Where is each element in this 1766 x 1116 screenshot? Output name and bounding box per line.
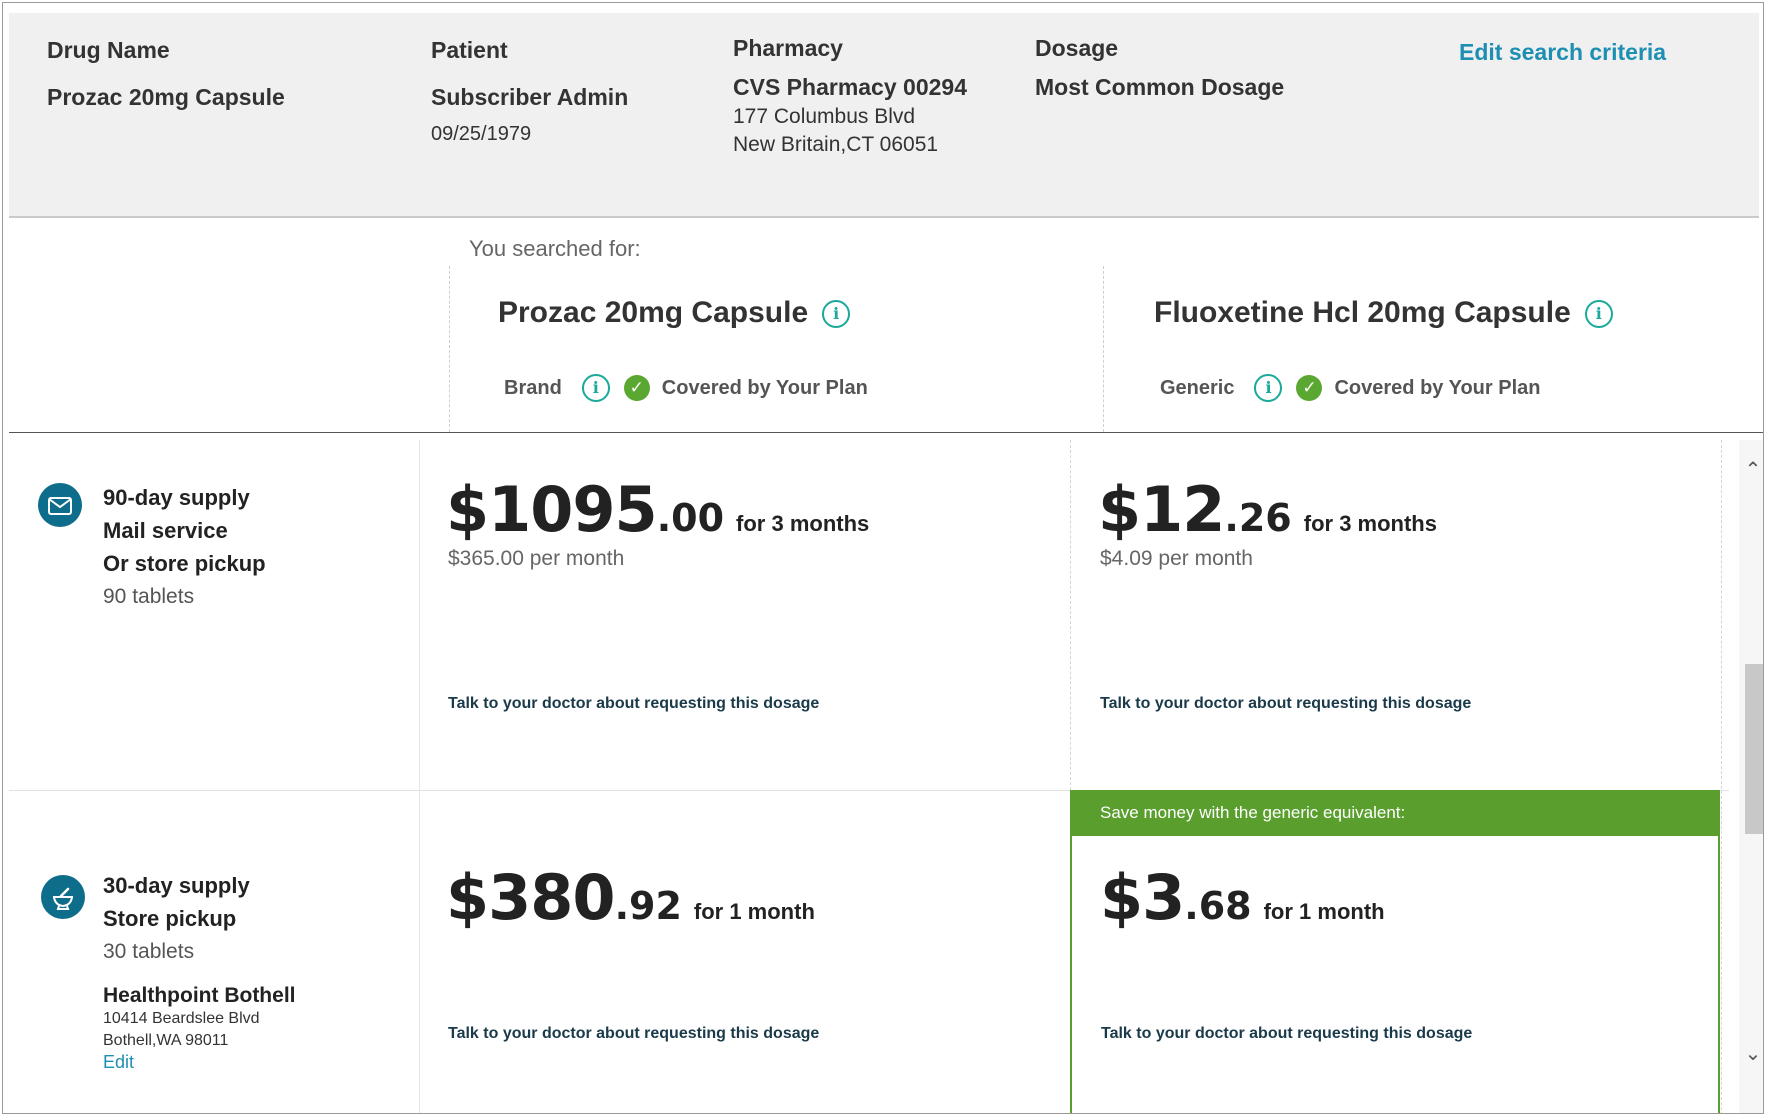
store-name: Healthpoint Bothell: [103, 984, 296, 1007]
price-per-month: $365.00 per month: [448, 547, 625, 570]
price-dollars: $1095: [446, 473, 658, 546]
brand-drug-title: Prozac 20mg Capsule i: [498, 296, 851, 330]
brand-drug-name: Prozac 20mg Capsule: [498, 296, 809, 329]
edit-search-criteria-link[interactable]: Edit search criteria: [1459, 39, 1666, 66]
price-dollars: $380: [446, 861, 616, 934]
tablet-quantity: 90 tablets: [103, 585, 195, 608]
chevron-down-icon[interactable]: ⌄: [1739, 1040, 1763, 1068]
save-money-banner: Save money with the generic equivalent:: [1070, 790, 1720, 836]
price-cents: .92: [614, 884, 682, 928]
mail-icon: [38, 483, 82, 527]
comparison-header: You searched for: Prozac 20mg Capsule i B…: [9, 218, 1763, 433]
info-icon[interactable]: i: [822, 300, 851, 329]
store-address-line1: 10414 Beardslee Blvd: [103, 1010, 260, 1027]
search-summary: Drug Name Prozac 20mg Capsule Patient Su…: [9, 13, 1759, 218]
supply-line: 90-day supply: [103, 485, 250, 510]
price-cents: .68: [1184, 884, 1252, 928]
generic-drug-meta: Generic i ✓ Covered by Your Plan: [1160, 374, 1540, 402]
supply-line: Mail service: [103, 518, 228, 543]
drug-type-label: Generic: [1160, 376, 1235, 399]
talk-to-doctor-link[interactable]: Talk to your doctor about requesting thi…: [1101, 1025, 1472, 1043]
price-cents: .26: [1224, 496, 1292, 540]
generic-drug-column: Fluoxetine Hcl 20mg Capsule i Generic i ✓…: [1103, 266, 1754, 432]
drug-name-section: Drug Name Prozac 20mg Capsule: [47, 37, 285, 111]
info-icon[interactable]: i: [581, 374, 610, 402]
edit-store-link[interactable]: Edit: [103, 1052, 296, 1073]
price-period: for 1 month: [1263, 899, 1385, 924]
patient-label: Patient: [431, 37, 508, 63]
generic-savings-box: [1070, 790, 1720, 1113]
generic-drug-name: Fluoxetine Hcl 20mg Capsule: [1154, 296, 1571, 329]
pharmacy-label: Pharmacy: [733, 35, 843, 61]
info-icon[interactable]: i: [1254, 374, 1283, 402]
supply-description: 90-day supply Mail service Or store pick…: [103, 481, 266, 613]
searched-for-label: You searched for:: [469, 236, 641, 261]
generic-drug-title: Fluoxetine Hcl 20mg Capsule i: [1154, 296, 1613, 330]
drug-type-label: Brand: [504, 376, 562, 399]
generic-price-30day: $3.68 for 1 month: [1100, 861, 1385, 934]
brand-price-30day: $380.92 for 1 month: [446, 861, 815, 934]
price-period: for 3 months: [736, 511, 870, 536]
scrollbar-thumb[interactable]: [1745, 664, 1763, 834]
generic-price-90day: $12.26 for 3 months: [1098, 473, 1437, 546]
talk-to-doctor-link[interactable]: Talk to your doctor about requesting thi…: [448, 695, 819, 713]
store-address-line2: Bothell,WA 98011: [103, 1032, 229, 1049]
pharmacy-address-line1: 177 Columbus Blvd: [733, 105, 916, 128]
supply-description: 30-day supply Store pickup 30 tablets He…: [103, 869, 296, 1073]
pharmacy-address-line2: New Britain,CT 06051: [733, 133, 939, 156]
price-cents: .00: [656, 496, 725, 540]
price-period: for 1 month: [693, 899, 815, 924]
brand-price-90day: $1095.00 for 3 months: [446, 473, 869, 546]
coverage-status: Covered by Your Plan: [1334, 376, 1541, 399]
patient-dob: 09/25/1979: [431, 123, 532, 145]
patient-name: Subscriber Admin: [431, 84, 629, 110]
dosage-section: Dosage Most Common Dosage: [1035, 35, 1284, 101]
pharmacy-section: Pharmacy CVS Pharmacy 00294 177 Columbus…: [733, 35, 967, 159]
price-period: for 3 months: [1303, 511, 1437, 536]
drug-name-value: Prozac 20mg Capsule: [47, 84, 285, 110]
dosage-value: Most Common Dosage: [1035, 74, 1285, 100]
price-dollars: $3: [1100, 861, 1185, 934]
brand-drug-meta: Brand i ✓ Covered by Your Plan: [504, 374, 868, 402]
dosage-label: Dosage: [1035, 35, 1119, 61]
price-dollars: $12: [1098, 473, 1225, 546]
talk-to-doctor-link[interactable]: Talk to your doctor about requesting thi…: [448, 1025, 819, 1043]
tablet-quantity: 30 tablets: [103, 940, 195, 963]
talk-to-doctor-link[interactable]: Talk to your doctor about requesting thi…: [1100, 695, 1471, 713]
pharmacy-name: CVS Pharmacy 00294: [733, 74, 967, 100]
supply-line: 30-day supply: [103, 873, 250, 898]
brand-drug-column: Prozac 20mg Capsule i Brand i ✓ Covered b…: [449, 266, 1100, 432]
vertical-scrollbar[interactable]: ⌃ ⌄: [1739, 440, 1763, 1113]
supply-line: Or store pickup: [103, 551, 266, 576]
info-icon[interactable]: i: [1584, 300, 1613, 329]
drug-name-label: Drug Name: [47, 37, 170, 63]
chevron-up-icon[interactable]: ⌃: [1739, 456, 1763, 484]
price-per-month: $4.09 per month: [1100, 547, 1253, 570]
supply-line: Store pickup: [103, 906, 237, 931]
coverage-status: Covered by Your Plan: [661, 376, 868, 399]
pharmacy-mortar-icon: [41, 875, 85, 919]
patient-section: Patient Subscriber Admin 09/25/1979: [431, 37, 628, 146]
check-icon: ✓: [1296, 375, 1323, 401]
app-window: Drug Name Prozac 20mg Capsule Patient Su…: [2, 2, 1764, 1114]
check-icon: ✓: [623, 375, 650, 401]
